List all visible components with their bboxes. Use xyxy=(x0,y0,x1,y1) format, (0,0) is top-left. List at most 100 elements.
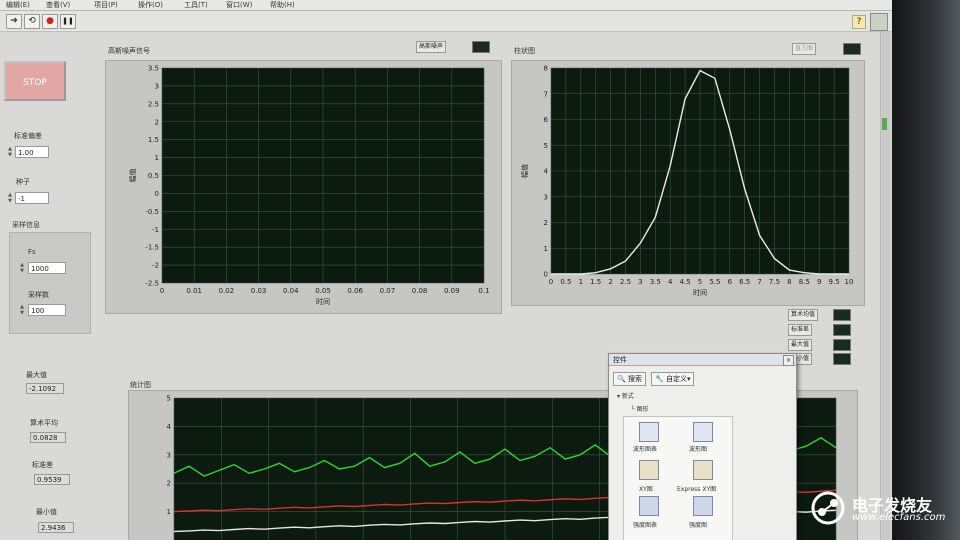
intensity-graph-icon[interactable] xyxy=(693,496,713,516)
min-label: 最小值 xyxy=(36,508,57,516)
y-tick-label: 2 xyxy=(544,219,548,227)
palette-item-5: 强度图 xyxy=(689,522,708,529)
graph3-legend-mean-swatch-icon[interactable] xyxy=(833,309,851,321)
x-tick-label: 0 xyxy=(549,278,553,286)
help-icon[interactable]: ? xyxy=(852,15,866,29)
graph2-legend-swatch-icon[interactable] xyxy=(843,43,861,55)
x-tick-label: 0.09 xyxy=(444,287,460,295)
palette-item-4: 强度图表 xyxy=(633,522,658,529)
menu-tools[interactable]: 工具(T) xyxy=(184,0,208,10)
graph1-plot[interactable]: 3.532.521.510.50-0.5-1-1.5-2-2.50 0.01 0.0… xyxy=(105,60,500,312)
y-tick-label: 8 xyxy=(544,65,548,73)
x-tick-label: 8.5 xyxy=(799,278,810,286)
y-axis-label: 幅值 xyxy=(520,164,529,178)
x-tick-label: 0.02 xyxy=(219,287,235,295)
y-tick-label: 3 xyxy=(167,451,171,459)
x-tick-label: 2 xyxy=(608,278,612,286)
y-tick-label: 2 xyxy=(155,118,159,126)
y-tick-label: -2.5 xyxy=(145,280,159,288)
menu-operate[interactable]: 操作(O) xyxy=(138,0,163,10)
fs-spinner-icon[interactable]: ▲ ▼ xyxy=(19,262,25,274)
graph3-legend-mean[interactable]: 算术均值 xyxy=(788,309,819,321)
seed-label: 种子 xyxy=(16,178,30,186)
x-tick-label: 8 xyxy=(787,278,791,286)
menu-edit[interactable]: 编辑(E) xyxy=(6,0,30,10)
seed-input[interactable]: -1 xyxy=(15,192,49,204)
x-tick-label: 0.04 xyxy=(283,287,299,295)
y-axis-label: 幅值 xyxy=(128,169,137,183)
graph3-legend-max[interactable]: 最大值 xyxy=(788,339,813,351)
xy-graph-icon[interactable] xyxy=(639,460,659,480)
graph2-legend-label[interactable]: 直方图 xyxy=(792,43,817,55)
monitor-screen: 编辑(E) 查看(V) 项目(P) 操作(O) 工具(T) 窗口(W) 帮助(H… xyxy=(0,0,892,540)
scrollbar-marker xyxy=(882,118,887,130)
max-indicator: -2.1092 xyxy=(26,383,64,394)
palette-tree-child[interactable]: └ 图形 xyxy=(631,404,649,413)
x-tick-label: 7.5 xyxy=(769,278,780,286)
samples-spinner-icon[interactable]: ▲ ▼ xyxy=(19,304,25,316)
fs-input[interactable]: 1000 xyxy=(28,262,66,274)
x-tick-label: 4.5 xyxy=(680,278,691,286)
palette-close-icon[interactable]: × xyxy=(783,355,794,366)
graph2-plot[interactable]: 8765432100 0.5 1 1.5 2 2.5 3 3.5 4 4.5 5 5.5 6 6.5 7 7.… xyxy=(511,60,863,304)
palette-title[interactable]: 控件 xyxy=(609,354,796,366)
palette-search-button[interactable]: 🔍 搜索 xyxy=(613,372,646,386)
menu-help[interactable]: 帮助(H) xyxy=(270,0,295,10)
stop-button[interactable]: STOP xyxy=(4,61,66,101)
palette-tree-root[interactable]: ▾ 新式 xyxy=(617,391,634,400)
y-tick-label: 1.5 xyxy=(148,136,159,144)
run-continuously-icon[interactable]: ⟲ xyxy=(24,14,40,29)
fs-label: Fs xyxy=(28,248,36,256)
graph1-legend-label[interactable]: 高斯噪声 xyxy=(416,41,447,53)
x-tick-label: 0.01 xyxy=(186,287,202,295)
y-tick-label: 5 xyxy=(167,395,171,403)
waveform-chart-icon[interactable] xyxy=(639,422,659,442)
x-tick-label: 0.06 xyxy=(347,287,363,295)
run-arrow-icon[interactable]: ➔ xyxy=(6,14,22,29)
express-xy-graph-icon[interactable] xyxy=(693,460,713,480)
palette-tree-root-label: 新式 xyxy=(621,393,634,400)
y-tick-label: -0.5 xyxy=(145,208,159,216)
seed-spinner-icon[interactable]: ▲ ▼ xyxy=(7,192,13,204)
x-axis-label: 时间 xyxy=(316,297,330,306)
std-dev-spinner-icon[interactable]: ▲ ▼ xyxy=(7,146,13,158)
x-tick-label: 5 xyxy=(698,278,702,286)
x-tick-label: 0.1 xyxy=(478,287,489,295)
x-tick-label: 1 xyxy=(579,278,583,286)
controls-palette[interactable]: 控件 × 🔍 搜索 🔧 自定义▾ ▾ 新式 └ 图形 波形图表 波形图 XY图 … xyxy=(608,353,797,540)
mean-label: 算术平均 xyxy=(30,419,58,427)
waveform-graph-icon[interactable] xyxy=(693,422,713,442)
graph1-legend-swatch-icon[interactable] xyxy=(472,41,490,53)
vertical-scrollbar[interactable] xyxy=(880,32,891,540)
x-tick-label: 6.5 xyxy=(739,278,750,286)
palette-item-1: 波形图 xyxy=(689,446,708,453)
x-tick-label: 1.5 xyxy=(590,278,601,286)
intensity-chart-icon[interactable] xyxy=(639,496,659,516)
watermark-url: www.elecfans.com xyxy=(852,512,946,523)
x-tick-label: 3 xyxy=(638,278,642,286)
y-tick-label: 1 xyxy=(155,154,159,162)
y-tick-label: 0.5 xyxy=(148,172,159,180)
std-dev-label: 标准偏差 xyxy=(14,132,42,140)
y-tick-label: 3.5 xyxy=(148,65,159,73)
y-tick-label: 4 xyxy=(167,423,172,431)
sampling-info-cluster xyxy=(9,232,91,334)
menu-project[interactable]: 项目(P) xyxy=(94,0,118,10)
graph3-legend-std[interactable]: 标准差 xyxy=(788,324,813,336)
std-dev-input[interactable]: 1.00 xyxy=(15,146,49,158)
samples-input[interactable]: 100 xyxy=(28,304,66,316)
graph3-legend-std-swatch-icon[interactable] xyxy=(833,324,851,336)
palette-item-0: 波形图表 xyxy=(633,446,658,453)
pause-icon[interactable]: ❚❚ xyxy=(60,14,76,29)
x-tick-label: 9 xyxy=(817,278,821,286)
palette-customize-button[interactable]: 🔧 自定义▾ xyxy=(651,372,695,386)
graph3-legend-min-swatch-icon[interactable] xyxy=(833,353,851,365)
menu-view[interactable]: 查看(V) xyxy=(46,0,70,10)
menu-window[interactable]: 窗口(W) xyxy=(226,0,252,10)
abort-icon[interactable]: ● xyxy=(42,14,58,29)
y-tick-label: 5 xyxy=(544,142,548,150)
graph3-legend-max-swatch-icon[interactable] xyxy=(833,339,851,351)
graph1-title: 高斯噪声信号 xyxy=(108,47,150,55)
monitor-bezel xyxy=(892,0,960,540)
y-tick-label: 7 xyxy=(544,90,548,98)
